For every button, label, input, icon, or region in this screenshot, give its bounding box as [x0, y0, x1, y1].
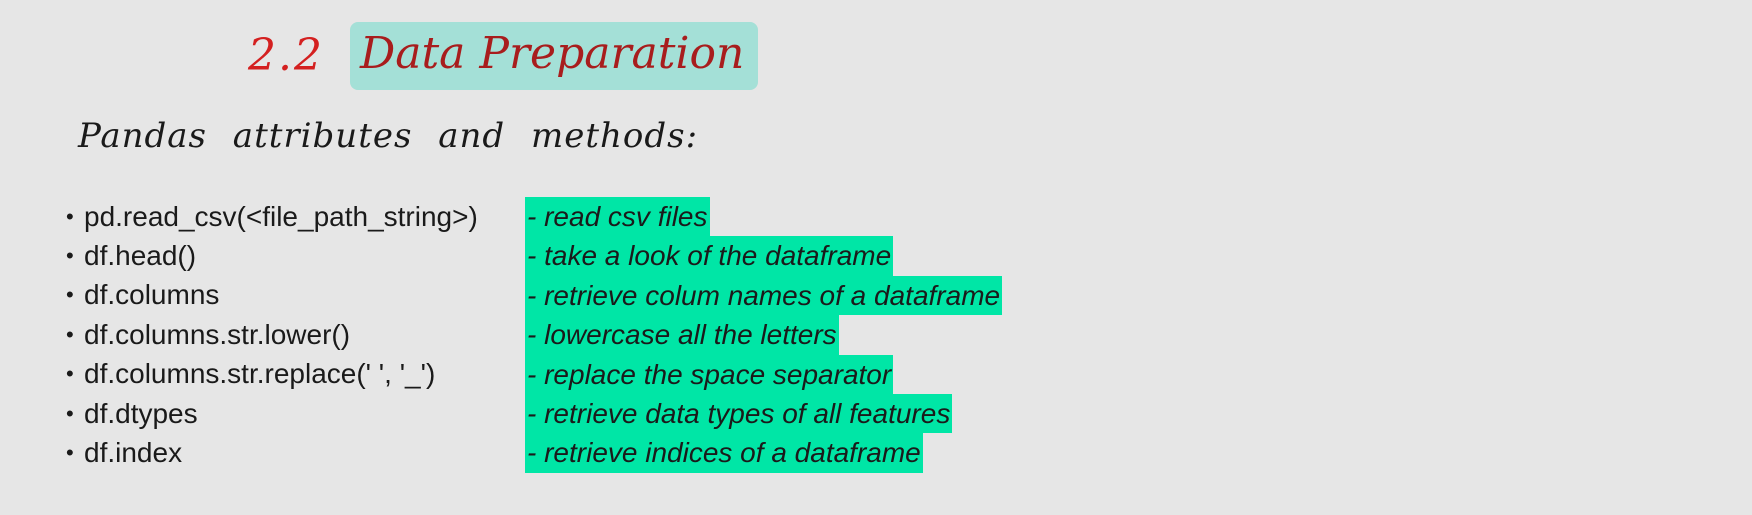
bullet: •	[66, 282, 74, 308]
bullet: •	[66, 440, 74, 466]
method-description: - retrieve indices of a dataframe	[525, 433, 923, 473]
method-description: - retrieve data types of all features	[525, 393, 953, 434]
method-name: pd.read_csv(<file_path_string>)	[84, 200, 478, 232]
list-item: • df.columns.str.replace(' ', '_') - rep…	[66, 354, 1002, 394]
section-heading: 2.2 Data Preparation	[248, 22, 759, 90]
list-item: • df.columns - retrieve colum names of a…	[66, 275, 1003, 316]
method-name: df.columns.str.lower()	[84, 318, 351, 350]
method-description: - lowercase all the letters	[525, 315, 839, 355]
list-item: • pd.read_csv(<file_path_string>) - read…	[66, 197, 1002, 237]
list-item: • df.columns.str.lower() - lowercase all…	[66, 315, 1002, 355]
section-number: 2.2	[248, 30, 324, 81]
method-description: - read csv files	[525, 197, 710, 237]
section-title: Data Preparation	[349, 22, 759, 90]
method-name: df.index	[84, 437, 183, 469]
method-name: df.columns	[84, 279, 220, 311]
list-item: • df.index - retrieve indices of a dataf…	[66, 433, 1002, 473]
bullet: •	[66, 203, 74, 229]
list-item: • df.dtypes - retrieve data types of all…	[66, 393, 1002, 434]
method-name: df.head()	[84, 240, 197, 272]
bullet: •	[66, 321, 74, 347]
method-name: df.columns.str.replace(' ', '_')	[84, 358, 436, 390]
methods-list: • pd.read_csv(<file_path_string>) - read…	[66, 197, 1003, 473]
bullet: •	[66, 243, 74, 269]
method-description: - take a look of the dataframe	[525, 236, 894, 276]
bullet: •	[66, 361, 74, 387]
method-description: - retrieve colum names of a dataframe	[525, 275, 1003, 316]
subheading: Pandas attributes and methods:	[78, 116, 699, 156]
list-item: • df.head() - take a look of the datafra…	[66, 236, 1002, 276]
method-name: df.dtypes	[84, 397, 198, 429]
bullet: •	[66, 400, 74, 426]
method-description: - replace the space separator	[525, 354, 894, 394]
